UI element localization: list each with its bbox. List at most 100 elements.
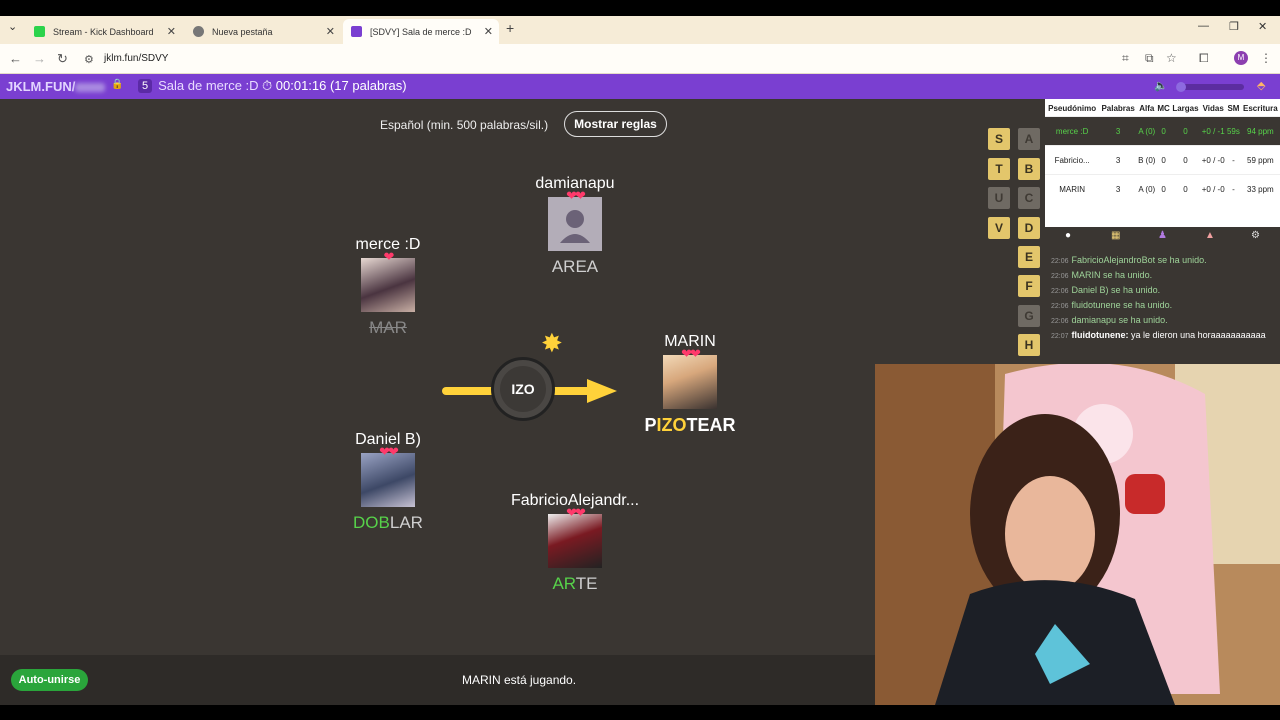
column-header: Largas	[1172, 104, 1199, 113]
close-icon[interactable]: ✕	[484, 25, 493, 38]
cell: 0	[1156, 174, 1171, 204]
cell: +0 / -0	[1200, 145, 1227, 175]
translate-icon[interactable]: ⌗	[1122, 51, 1129, 66]
cell: -	[1226, 145, 1241, 175]
column-header: MC	[1157, 104, 1170, 113]
volume-slider[interactable]	[1176, 82, 1244, 92]
menu-kebab-icon[interactable]: ⋮	[1260, 51, 1272, 65]
cell: Fabricio...	[1045, 145, 1100, 175]
column-header: Pseudónimo	[1048, 104, 1097, 113]
room-name: Sala de merce :D	[158, 78, 259, 93]
extensions-icon[interactable]: ⧠	[1199, 51, 1209, 66]
tab-list-chevron-icon[interactable]: ⌄	[8, 20, 17, 33]
screen-bottom	[0, 705, 1280, 720]
show-rules-button[interactable]: Mostrar reglas	[564, 111, 667, 137]
chat-message: 22:06 Daniel B) se ha unido.	[1051, 285, 1161, 295]
letter-tile: E	[1018, 246, 1040, 268]
cell: MARIN	[1045, 174, 1100, 204]
letter-tile: B	[1018, 158, 1040, 180]
letter-tile: V	[988, 217, 1010, 239]
column-header: Palabras	[1101, 104, 1135, 113]
column-header: SM	[1227, 104, 1240, 113]
cell: 59 ppm	[1240, 145, 1280, 175]
chat-message: 22:07 fluidotunene: ya le dieron una hora…	[1051, 330, 1266, 340]
cell: +0 / -0	[1200, 174, 1227, 204]
tab-sala-merce[interactable]: [SDVY] Sala de merce :D ✕	[343, 19, 499, 44]
player-word: ARTE	[552, 574, 598, 593]
game-top-bar: JKLM.FUN/ 🔒 5 Sala de merce :D ⏱ 00:01:1…	[0, 74, 1280, 99]
bookmark-star-icon[interactable]: ☆	[1166, 51, 1177, 65]
player-word: DOBLAR	[353, 513, 423, 532]
lives-hearts-icon: ❤❤	[566, 505, 586, 520]
lock-settings-icon[interactable]: ▲	[1205, 230, 1215, 241]
close-icon[interactable]: ✕	[167, 25, 176, 38]
player-damianapu: damianapu ❤❤ AREA	[495, 175, 655, 277]
cast-icon[interactable]: ⧉	[1145, 51, 1154, 66]
letter-tile: D	[1018, 217, 1040, 239]
letter-tile: G	[1018, 305, 1040, 327]
player-current-word: PIZOTEAR	[644, 415, 736, 435]
avatar: ❤	[361, 249, 415, 312]
player-fabricio: FabricioAlejandr... ❤❤ ARTE	[495, 492, 655, 594]
reload-icon[interactable]: ↻	[57, 51, 68, 67]
chat-message: 22:06 FabricioAlejandroBot se ha unido.	[1051, 255, 1207, 265]
fullscreen-icon[interactable]: ⬘	[1257, 79, 1265, 92]
rules-language: Español (min. 500 palabras/sil.)	[380, 118, 549, 132]
cell: +0 / -1	[1200, 116, 1227, 146]
user-icon[interactable]: ♟	[1158, 230, 1167, 241]
game-footer	[0, 655, 875, 705]
close-window-icon[interactable]: ✕	[1258, 20, 1267, 33]
chat-bubble-icon[interactable]: ●	[1065, 230, 1071, 241]
maximize-icon[interactable]: ❐	[1229, 20, 1239, 33]
url-field[interactable]: jklm.fun/SDVY	[104, 53, 168, 64]
cell: A (0)	[1136, 116, 1157, 146]
tab-kick-dashboard[interactable]: Stream - Kick Dashboard ✕	[26, 19, 182, 44]
player-word: MAR	[369, 318, 407, 337]
players-icon[interactable]: ▦	[1111, 230, 1120, 241]
new-tab-plus-icon[interactable]: +	[506, 20, 514, 36]
cell: 0	[1156, 116, 1171, 146]
forward-icon[interactable]: →	[33, 51, 46, 66]
room-info: 5 Sala de merce :D	[138, 78, 259, 93]
player-marin: MARIN ❤❤ PIZOTEAR	[610, 333, 770, 436]
column-header: Escritura	[1243, 104, 1278, 113]
table-row: merce :D 3 A (0) 0 0 +0 / -1 59s 94 ppm	[1045, 116, 1280, 146]
chat-log: 22:06 FabricioAlejandroBot se ha unido. 2…	[1045, 247, 1280, 365]
cell: 3	[1099, 174, 1137, 204]
avatar: ❤❤	[663, 346, 717, 409]
cell: 0	[1156, 145, 1171, 175]
back-icon[interactable]: ←	[9, 51, 22, 66]
letter-tile: F	[1018, 275, 1040, 297]
minimize-icon[interactable]: —	[1198, 20, 1209, 32]
tab-new-tab[interactable]: Nueva pestaña ✕	[185, 19, 341, 44]
cell: 0	[1170, 174, 1201, 204]
cell: -	[1226, 174, 1241, 204]
cell: A (0)	[1136, 174, 1157, 204]
streamer-webcam-image	[875, 364, 1280, 705]
speaker-icon[interactable]: 🔈	[1154, 79, 1168, 92]
gear-icon[interactable]: ⚙	[1251, 230, 1260, 241]
bomb-syllable: IZO	[500, 366, 546, 412]
player-word: AREA	[551, 257, 599, 276]
avatar: ❤❤	[548, 505, 602, 568]
auto-join-button[interactable]: Auto-unirse	[11, 669, 88, 691]
lives-hearts-icon: ❤	[383, 249, 395, 264]
bomb: IZO	[491, 357, 555, 421]
site-info-icon[interactable]: ⚙	[84, 53, 94, 66]
letter-tile: C	[1018, 187, 1040, 209]
lock-icon: 🔒	[111, 79, 124, 90]
close-icon[interactable]: ✕	[326, 25, 335, 38]
avatar: ❤❤	[361, 444, 415, 507]
room-player-count: 5	[138, 78, 153, 93]
letter-tile: U	[988, 187, 1010, 209]
scoreboard: Pseudónimo Palabras Alfa MC Largas Vidas…	[1045, 99, 1280, 227]
cell: 94 ppm	[1240, 116, 1280, 146]
cell: 0	[1170, 145, 1201, 175]
profile-avatar[interactable]: M	[1234, 51, 1248, 65]
browser-tab-bar: ⌄ Stream - Kick Dashboard ✕ Nueva pestañ…	[0, 16, 1280, 44]
chat-message: 22:06 damianapu se ha unido.	[1051, 315, 1168, 325]
site-logo[interactable]: JKLM.FUN/	[6, 79, 106, 94]
cell: B (0)	[1136, 145, 1157, 175]
webcam-overlay	[875, 364, 1280, 705]
address-bar: ← → ↻ ⚙ jklm.fun/SDVY ⌗ ⧉ ☆ ⧠ ⋮	[0, 44, 1280, 74]
